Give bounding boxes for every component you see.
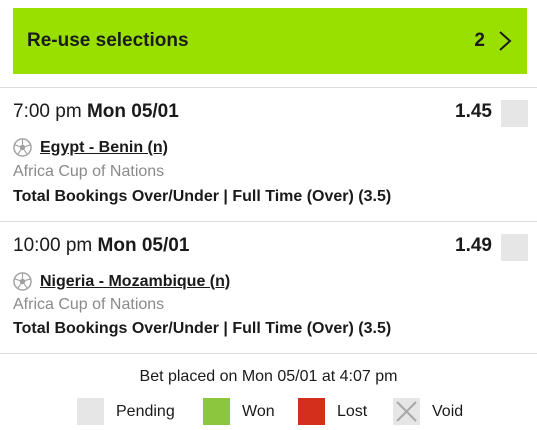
market-description: Total Bookings Over/Under | Full Time (O…: [13, 188, 392, 205]
kickoff-date: Mon 05/01: [97, 235, 190, 256]
legend-label: Won: [242, 402, 275, 420]
reuse-selections-label: Re-use selections: [27, 30, 189, 51]
legend-pending: Pending: [77, 398, 175, 425]
legend-label: Void: [432, 402, 464, 420]
selection-odds: 1.49: [455, 235, 492, 256]
bet-details-panel: Re-use selections 2 7:00 pm Mon 05/01 1.…: [0, 0, 537, 430]
legend-lost: Lost: [298, 398, 367, 425]
match-line: Nigeria - Mozambique (n): [13, 272, 230, 291]
kickoff-date: Mon 05/01: [86, 101, 179, 122]
match-link[interactable]: Egypt - Benin (n): [40, 139, 168, 157]
selection-datetime: 7:00 pm Mon 05/01: [13, 101, 179, 123]
chevron-right-icon: [497, 29, 513, 53]
competition-name: Africa Cup of Nations: [13, 296, 165, 313]
divider: [0, 353, 537, 354]
competition-name: Africa Cup of Nations: [13, 163, 165, 180]
selection-odds: 1.45: [455, 101, 492, 122]
pending-swatch: [77, 398, 104, 425]
selection-row: 10:00 pm Mon 05/01 1.49 Nigeria - Mozamb…: [0, 221, 537, 353]
market-description: Total Bookings Over/Under | Full Time (O…: [13, 320, 392, 337]
bet-placed-timestamp: Bet placed on Mon 05/01 at 4:07 pm: [139, 368, 398, 385]
void-swatch: [393, 398, 420, 425]
legend-label: Pending: [116, 402, 175, 420]
legend-void: Void: [393, 398, 463, 425]
selection-row: 7:00 pm Mon 05/01 1.45 Egypt - Benin (n)…: [0, 87, 537, 221]
kickoff-time: 7:00 pm: [13, 101, 82, 122]
cross-icon: [396, 401, 417, 422]
status-pending-box: [501, 234, 528, 261]
status-legend: Pending Won Lost Void: [0, 398, 537, 430]
soccer-ball-icon: [13, 138, 32, 157]
reuse-selections-button[interactable]: Re-use selections 2: [13, 8, 527, 74]
won-swatch: [203, 398, 230, 425]
legend-label: Lost: [337, 402, 368, 420]
selection-datetime: 10:00 pm Mon 05/01: [13, 235, 189, 257]
kickoff-time: 10:00 pm: [13, 235, 93, 256]
status-pending-box: [501, 100, 528, 127]
soccer-ball-icon: [13, 272, 32, 291]
selection-count: 2: [474, 30, 485, 51]
lost-swatch: [298, 398, 325, 425]
legend-won: Won: [203, 398, 275, 425]
match-link[interactable]: Nigeria - Mozambique (n): [40, 273, 230, 291]
match-line: Egypt - Benin (n): [13, 138, 168, 157]
